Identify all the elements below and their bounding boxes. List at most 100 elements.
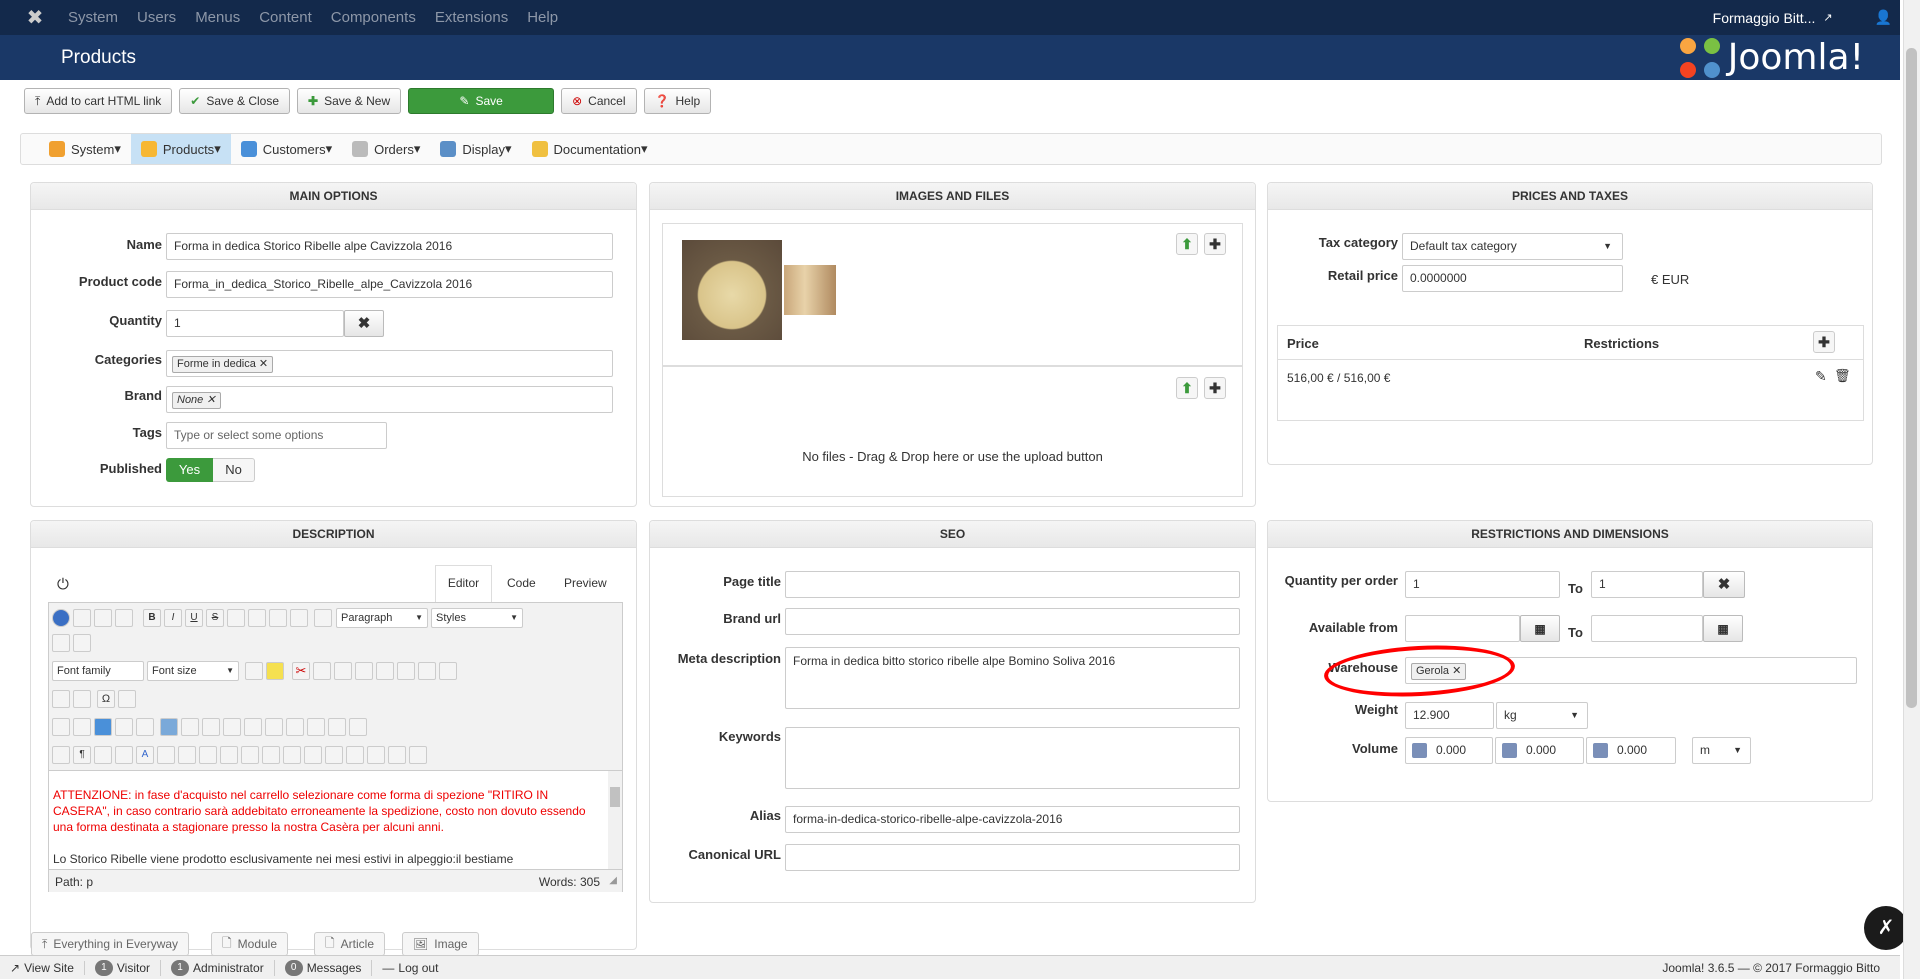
files-dropzone[interactable]: ⬆ ✚ No files - Drag & Drop here or use t…	[662, 366, 1243, 497]
align-left-icon[interactable]	[227, 609, 245, 627]
messages-status[interactable]: 0 Messages	[284, 959, 373, 976]
brand-input[interactable]: None ✕	[166, 386, 613, 413]
brand-url-input[interactable]	[785, 608, 1240, 635]
product-code-input[interactable]: Forma_in_dedica_Storico_Ribelle_alpe_Cav…	[166, 271, 613, 298]
brand-tag[interactable]: None ✕	[172, 392, 221, 409]
paste-icon[interactable]	[334, 662, 352, 680]
find-icon[interactable]	[136, 718, 154, 736]
fullscreen-icon[interactable]	[94, 718, 112, 736]
weight-unit-select[interactable]: kg ▼	[1496, 702, 1588, 729]
quantity-min-input[interactable]: 1	[1405, 571, 1560, 598]
visitor-status[interactable]: 1 Visitor	[94, 959, 161, 976]
editor-scrollbar-thumb[interactable]	[610, 787, 620, 807]
save-new-button[interactable]: ✚ Save & New	[297, 88, 402, 114]
cut-icon[interactable]: ✂	[292, 662, 310, 680]
link-icon[interactable]	[304, 746, 322, 764]
tab-preview[interactable]: Preview	[564, 576, 607, 590]
numbered-list-icon[interactable]	[397, 662, 415, 680]
new-document-icon[interactable]	[73, 609, 91, 627]
joomla-menu-icon[interactable]: ✖	[24, 7, 46, 29]
table-merge-icon[interactable]	[286, 718, 304, 736]
available-to-input[interactable]	[1591, 615, 1703, 642]
page-scrollbar-thumb[interactable]	[1906, 48, 1917, 708]
abbr-icon[interactable]	[157, 746, 175, 764]
strikethrough-icon[interactable]: S	[206, 609, 224, 627]
visual-chars-icon[interactable]	[52, 718, 70, 736]
nav-components[interactable]: Components	[331, 9, 416, 26]
unlink-icon[interactable]	[325, 746, 343, 764]
view-site-link[interactable]: ↗ View Site	[10, 960, 85, 975]
meta-description-textarea[interactable]: Forma in dedica bitto storico ribelle al…	[785, 647, 1240, 709]
brush-icon[interactable]	[73, 634, 91, 652]
nav-content[interactable]: Content	[259, 9, 312, 26]
preview-icon[interactable]	[409, 746, 427, 764]
logout-link[interactable]: — Log out	[382, 961, 448, 975]
save-button[interactable]: ✎ Save	[408, 88, 555, 114]
eraser-icon[interactable]	[52, 634, 70, 652]
anchor-icon[interactable]	[283, 746, 301, 764]
administrator-status[interactable]: 1 Administrator	[171, 959, 275, 976]
joomla-float-button[interactable]: ✗	[1864, 906, 1908, 950]
ins-icon[interactable]	[220, 746, 238, 764]
add-to-cart-button[interactable]: ⤒ Add to cart HTML link	[24, 88, 173, 114]
del-icon[interactable]	[199, 746, 217, 764]
image-icon[interactable]	[262, 746, 280, 764]
volume-length-input[interactable]: 0.000	[1405, 737, 1493, 764]
spellcheck-icon[interactable]	[367, 746, 385, 764]
table-split-icon[interactable]	[265, 718, 283, 736]
table-row-icon[interactable]	[181, 718, 199, 736]
table-col-after-icon[interactable]	[328, 718, 346, 736]
print-icon[interactable]	[115, 718, 133, 736]
cancel-button[interactable]: ⊗ Cancel	[561, 88, 637, 114]
quantity-max-input[interactable]: 1	[1591, 571, 1703, 598]
subscript-icon[interactable]	[439, 662, 457, 680]
horizontal-rule-icon[interactable]	[118, 690, 136, 708]
menu-customers[interactable]: Customers ▾	[231, 134, 342, 164]
visual-blocks-icon[interactable]	[73, 718, 91, 736]
tags-input[interactable]: Type or select some options	[166, 422, 387, 449]
editor-scrollbar[interactable]	[608, 771, 622, 869]
edit-icon[interactable]: ✎	[1815, 368, 1827, 385]
superscript-icon[interactable]	[52, 690, 70, 708]
available-to-calendar-button[interactable]: ▦	[1703, 615, 1743, 642]
align-justify-icon[interactable]	[290, 609, 308, 627]
undo-icon[interactable]	[94, 609, 112, 627]
file-upload-button[interactable]: ⬆	[1176, 377, 1198, 399]
table-delete-icon[interactable]	[244, 718, 262, 736]
product-image-thumb[interactable]	[784, 265, 836, 315]
nav-system[interactable]: System	[68, 9, 118, 26]
table-col-before-icon[interactable]	[307, 718, 325, 736]
source-code-icon[interactable]	[388, 746, 406, 764]
italic-icon[interactable]: I	[164, 609, 182, 627]
tax-category-select[interactable]: Default tax category ▼	[1402, 233, 1623, 260]
image-add-button[interactable]: ✚	[1204, 233, 1226, 255]
save-close-button[interactable]: ✔ Save & Close	[179, 88, 291, 114]
quantity-input[interactable]: 1	[166, 310, 344, 337]
table-cell-icon[interactable]	[202, 718, 220, 736]
omega-icon[interactable]: Ω	[97, 690, 115, 708]
highlight-icon[interactable]	[266, 662, 284, 680]
image-button[interactable]: 🖼 Image	[402, 932, 479, 956]
bullet-list-icon[interactable]	[418, 662, 436, 680]
everything-in-everyway-button[interactable]: ⤒ Everything in Everyway	[31, 932, 190, 956]
product-image-main[interactable]	[682, 240, 782, 340]
paragraph-select[interactable]: Paragraph ▼	[336, 608, 428, 628]
volume-width-input[interactable]: 0.000	[1495, 737, 1584, 764]
attribs-icon[interactable]	[241, 746, 259, 764]
redo-icon[interactable]	[115, 609, 133, 627]
blockquote-icon[interactable]	[314, 609, 332, 627]
table-insert-icon[interactable]	[223, 718, 241, 736]
available-from-calendar-button[interactable]: ▦	[1520, 615, 1560, 642]
nav-extensions[interactable]: Extensions	[435, 9, 508, 26]
text-color-icon[interactable]	[245, 662, 263, 680]
underline-icon[interactable]: U	[185, 609, 203, 627]
volume-unit-select[interactable]: m ▼	[1692, 737, 1751, 764]
power-icon[interactable]: ⏻	[57, 576, 69, 593]
acronym-icon[interactable]	[178, 746, 196, 764]
keywords-textarea[interactable]	[785, 727, 1240, 789]
help-button[interactable]: ❓ Help	[643, 88, 712, 114]
site-link[interactable]: Formaggio Bitt...	[1713, 10, 1816, 26]
layer-icon[interactable]	[115, 746, 133, 764]
align-center-icon[interactable]	[248, 609, 266, 627]
menu-products[interactable]: Products ▾	[130, 134, 231, 164]
